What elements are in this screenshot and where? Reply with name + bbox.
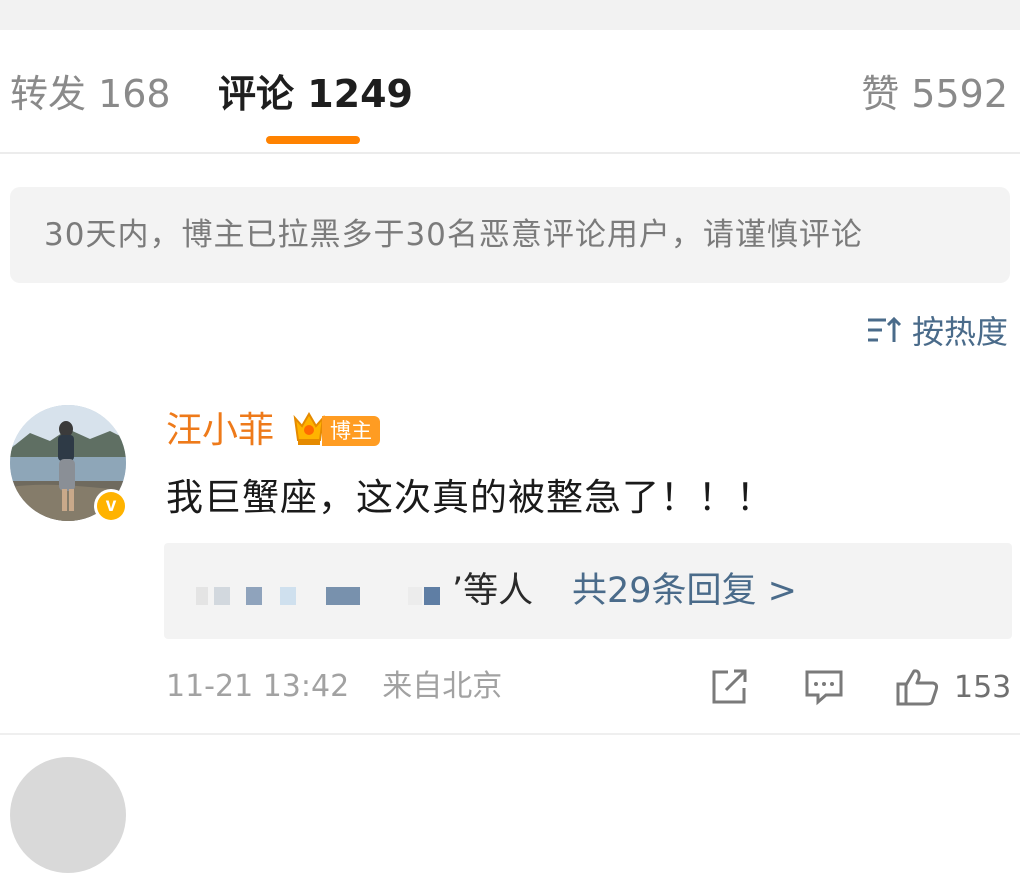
divider (0, 152, 1020, 154)
thumbs-up-icon (896, 669, 939, 706)
comment-text: 我巨蟹座，这次真的被整急了！！！ (166, 476, 774, 519)
next-comment-avatar[interactable] (10, 757, 126, 873)
sort-by-hot-button[interactable]: 按热度 (866, 308, 1008, 352)
replies-preview[interactable]: ’等人 共29条回复 > (164, 543, 1012, 639)
share-button[interactable] (710, 666, 750, 708)
tab-bar: 转发 168 评论 1249 赞 5592 (0, 30, 1020, 152)
blurred-username (280, 587, 296, 605)
comment-time: 11-21 13:42 (166, 669, 350, 704)
like-button[interactable]: 153 (896, 666, 1011, 708)
blurred-username (214, 587, 230, 605)
comment-meta: 11-21 13:42 来自北京 (166, 666, 502, 708)
share-icon (712, 669, 747, 704)
sort-label: 按热度 (911, 313, 1008, 351)
blurred-username (196, 587, 208, 605)
tab-reposts[interactable]: 转发 168 (10, 70, 171, 118)
top-status-strip (0, 0, 1020, 30)
active-tab-indicator (266, 136, 360, 144)
comment-username[interactable]: 汪小菲 (166, 408, 274, 454)
tab-likes[interactable]: 赞 5592 (861, 70, 1008, 118)
like-count: 153 (954, 669, 1012, 705)
blurred-username (424, 587, 440, 605)
reply-comment-button[interactable] (804, 666, 844, 708)
comment-notice-banner: 30天内，博主已拉黑多于30名恶意评论用户，请谨慎评论 (10, 187, 1010, 283)
sort-lines-arrow-icon (867, 316, 902, 342)
verified-v-icon: v (94, 489, 128, 523)
comment-icon (805, 670, 843, 706)
replies-suffix: ’等人 (452, 571, 534, 611)
host-badge: 博主 (322, 416, 380, 446)
view-replies-link[interactable]: 共29条回复 > (572, 567, 797, 615)
blurred-username (326, 587, 360, 605)
blurred-username (246, 587, 262, 605)
tab-comments[interactable]: 评论 1249 (218, 70, 413, 118)
divider (0, 733, 1020, 735)
notice-text: 30天内，博主已拉黑多于30名恶意评论用户，请谨慎评论 (44, 217, 863, 253)
comment-location: 来自北京 (382, 669, 503, 704)
crown-icon (293, 412, 325, 445)
blurred-username (408, 587, 422, 605)
